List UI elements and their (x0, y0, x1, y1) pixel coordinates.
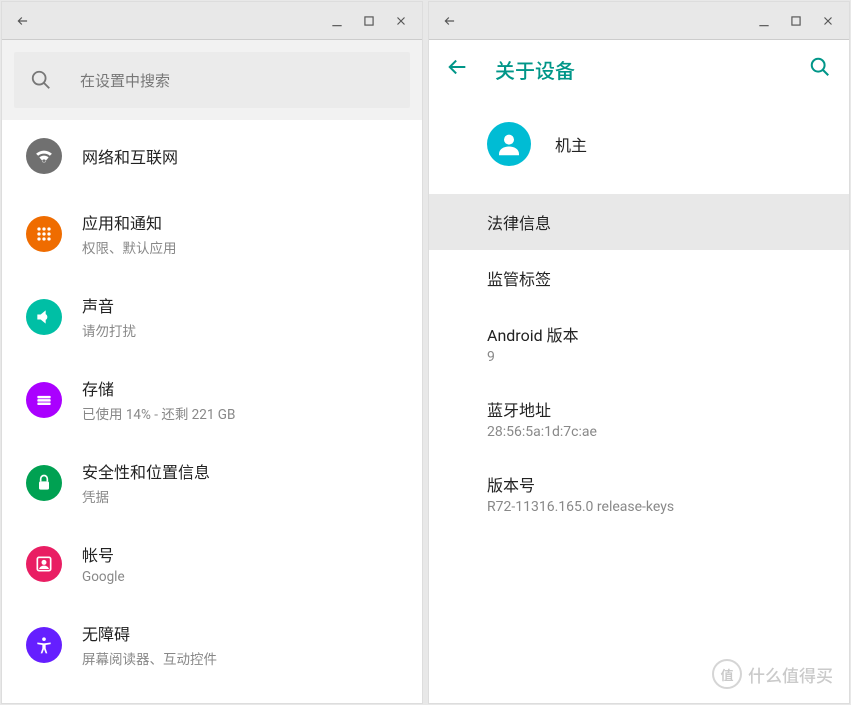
avatar-icon (487, 122, 531, 166)
about-subtitle: 28:56:5a:1d:7c:ae (487, 424, 831, 440)
settings-main-window: 在设置中搜索 网络和互联网 应用和通知 权限、默认应用 声音 请勿打扰 存储 已… (1, 1, 423, 704)
row-subtitle: Google (82, 569, 125, 585)
row-subtitle: 已使用 14% - 还剩 221 GB (82, 403, 235, 423)
watermark-text: 什么值得买 (748, 662, 833, 687)
settings-row[interactable]: 无障碍 屏幕阅读器、互动控件 (2, 603, 422, 686)
about-row[interactable]: 法律信息 (429, 194, 849, 250)
access-icon (26, 627, 62, 663)
about-title: 版本号 (487, 472, 831, 496)
row-title: 网络和互联网 (82, 144, 178, 168)
row-subtitle: 凭据 (82, 486, 210, 506)
settings-row[interactable]: 安全性和位置信息 凭据 (2, 441, 422, 524)
settings-row[interactable]: 存储 已使用 14% - 还剩 221 GB (2, 358, 422, 441)
settings-row[interactable]: 声音 请勿打扰 (2, 275, 422, 358)
row-title: 无障碍 (82, 621, 217, 645)
account-icon (26, 546, 62, 582)
watermark-badge: 值 (712, 659, 742, 689)
settings-row[interactable]: 应用和通知 权限、默认应用 (2, 192, 422, 275)
page-title: 关于设备 (495, 55, 783, 84)
back-icon[interactable] (439, 10, 461, 32)
watermark: 值 什么值得买 (712, 659, 833, 689)
row-subtitle: 权限、默认应用 (82, 237, 177, 257)
about-title: 法律信息 (487, 210, 831, 234)
row-title: 应用和通知 (82, 210, 177, 234)
close-button[interactable] (817, 10, 839, 32)
about-subtitle: 9 (487, 349, 831, 365)
search-icon[interactable] (809, 56, 831, 82)
search-icon (30, 69, 52, 91)
storage-icon (26, 382, 62, 418)
about-title: 监管标签 (487, 266, 831, 290)
settings-row[interactable]: Google 服务和偏好设置 (2, 686, 422, 703)
search-placeholder: 在设置中搜索 (80, 70, 170, 91)
minimize-button[interactable] (326, 10, 348, 32)
nav-back-icon[interactable] (447, 56, 469, 82)
about-row[interactable]: 版本号 R72-11316.165.0 release-keys (429, 456, 849, 531)
search-input[interactable]: 在设置中搜索 (14, 52, 410, 108)
about-title: Android 版本 (487, 322, 831, 346)
row-subtitle: 请勿打扰 (82, 320, 136, 340)
minimize-button[interactable] (753, 10, 775, 32)
about-list: 法律信息 监管标签 Android 版本 9 蓝牙地址 28:56:5a:1d:… (429, 194, 849, 531)
about-device-window: 关于设备 机主 法律信息 监管标签 Android 版本 9 蓝牙地址 28:5… (428, 1, 850, 704)
owner-row[interactable]: 机主 (429, 98, 849, 194)
settings-row[interactable]: 帐号 Google (2, 524, 422, 603)
wifi-icon (26, 138, 62, 174)
maximize-button[interactable] (358, 10, 380, 32)
settings-list: 网络和互联网 应用和通知 权限、默认应用 声音 请勿打扰 存储 已使用 14% … (2, 120, 422, 703)
sound-icon (26, 299, 62, 335)
back-icon[interactable] (12, 10, 34, 32)
app-toolbar: 关于设备 (429, 40, 849, 98)
settings-row[interactable]: 网络和互联网 (2, 120, 422, 192)
close-button[interactable] (390, 10, 412, 32)
row-title: 存储 (82, 376, 235, 400)
lock-icon (26, 465, 62, 501)
about-subtitle: R72-11316.165.0 release-keys (487, 499, 831, 515)
titlebar (429, 2, 849, 40)
about-title: 蓝牙地址 (487, 397, 831, 421)
about-row[interactable]: 蓝牙地址 28:56:5a:1d:7c:ae (429, 381, 849, 456)
row-title: 安全性和位置信息 (82, 459, 210, 483)
row-subtitle: 屏幕阅读器、互动控件 (82, 648, 217, 668)
about-row[interactable]: 监管标签 (429, 250, 849, 306)
row-title: 帐号 (82, 542, 125, 566)
apps-icon (26, 216, 62, 252)
owner-name: 机主 (555, 132, 587, 156)
titlebar (2, 2, 422, 40)
row-title: 声音 (82, 293, 136, 317)
about-row[interactable]: Android 版本 9 (429, 306, 849, 381)
maximize-button[interactable] (785, 10, 807, 32)
